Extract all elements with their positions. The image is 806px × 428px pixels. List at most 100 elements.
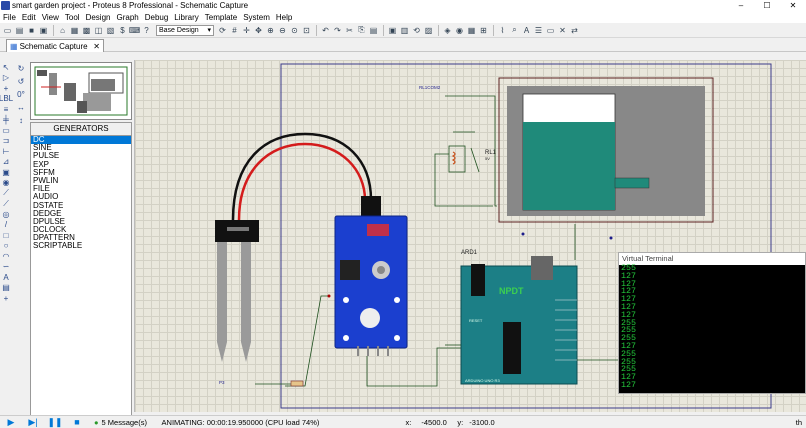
design-select[interactable]: Base Design ▾ bbox=[156, 24, 214, 36]
mirror-horizontal-icon[interactable]: ↔ bbox=[13, 101, 29, 114]
close-tab-icon[interactable]: ✕ bbox=[93, 42, 100, 51]
terminal-line: 127 bbox=[621, 309, 637, 320]
device-pins-icon[interactable]: ⊢ bbox=[0, 146, 12, 157]
maximize-button[interactable]: ☐ bbox=[754, 0, 780, 11]
subcircuit-icon[interactable]: ▭ bbox=[0, 125, 12, 136]
virtual-terminal[interactable]: Virtual Terminal 255 127 127 127 127 127… bbox=[618, 252, 806, 394]
decompose-icon[interactable]: ⊞ bbox=[478, 25, 489, 36]
text-script-icon[interactable]: ≡ bbox=[0, 104, 12, 115]
home-icon[interactable]: ⌂ bbox=[57, 25, 68, 36]
overview-window[interactable] bbox=[30, 62, 132, 120]
block-delete-icon[interactable]: ▨ bbox=[423, 25, 434, 36]
remove-sheet-icon[interactable]: ✕ bbox=[557, 25, 568, 36]
rotation-angle[interactable]: 0° bbox=[13, 88, 29, 101]
selection-mode-icon[interactable]: ↖ bbox=[0, 62, 12, 73]
menu-debug[interactable]: Debug bbox=[142, 13, 172, 22]
arduino-label: ARD1 bbox=[461, 250, 478, 256]
gerber-icon[interactable]: ▧ bbox=[105, 25, 116, 36]
buses-icon[interactable]: ╪ bbox=[0, 115, 12, 126]
arc-2d-icon[interactable]: ◠ bbox=[0, 251, 12, 262]
component-mode-icon[interactable]: ▷ bbox=[0, 73, 12, 84]
paste-icon[interactable]: ▤ bbox=[368, 25, 379, 36]
pcb-icon[interactable]: ▩ bbox=[81, 25, 92, 36]
zoom-area-icon[interactable]: ⊡ bbox=[301, 25, 312, 36]
symbol-2d-icon[interactable]: ▤ bbox=[0, 283, 12, 294]
generators-list[interactable]: DC SINE PULSE EXP SFFM PWLIN FILE AUDIO … bbox=[30, 135, 132, 418]
generator-mode-icon[interactable]: ◉ bbox=[0, 178, 12, 189]
pan-icon[interactable]: ✥ bbox=[253, 25, 264, 36]
refresh-icon[interactable]: ⟳ bbox=[217, 25, 228, 36]
menu-library[interactable]: Library bbox=[171, 13, 201, 22]
current-probe-icon[interactable]: ⟋ bbox=[0, 199, 12, 210]
zoom-in-icon[interactable]: ⊕ bbox=[265, 25, 276, 36]
menu-design[interactable]: Design bbox=[83, 13, 114, 22]
tab-schematic-capture[interactable]: ▦ Schematic Capture ✕ bbox=[6, 39, 104, 52]
menu-graph[interactable]: Graph bbox=[113, 13, 141, 22]
junction-dot-icon[interactable]: + bbox=[0, 83, 12, 94]
search-icon[interactable]: ⌕ bbox=[509, 25, 520, 36]
undo-icon[interactable]: ↶ bbox=[320, 25, 331, 36]
circle-2d-icon[interactable]: ○ bbox=[0, 241, 12, 252]
help-icon[interactable]: ? bbox=[141, 25, 152, 36]
wire-label-icon[interactable]: LBL bbox=[0, 94, 13, 105]
open-folder-icon[interactable]: ▤ bbox=[14, 25, 25, 36]
voltage-probe-icon[interactable]: ⟋ bbox=[0, 188, 12, 199]
tape-recorder-icon[interactable]: ▣ bbox=[0, 167, 12, 178]
schematic-icon[interactable]: ▦ bbox=[69, 25, 80, 36]
copy-icon[interactable]: ⎘ bbox=[356, 25, 367, 36]
terminals-icon[interactable]: ⊐ bbox=[0, 136, 12, 147]
line-2d-icon[interactable]: / bbox=[0, 220, 12, 231]
close-button[interactable]: ✕ bbox=[780, 0, 806, 11]
new-file-icon[interactable]: ▭ bbox=[2, 25, 13, 36]
block-copy-icon[interactable]: ▣ bbox=[387, 25, 398, 36]
play-icon[interactable]: ▶ bbox=[0, 417, 22, 428]
zoom-all-icon[interactable]: ⊙ bbox=[289, 25, 300, 36]
make-device-icon[interactable]: ◉ bbox=[454, 25, 465, 36]
menu-tool[interactable]: Tool bbox=[62, 13, 83, 22]
block-rotate-icon[interactable]: ⟲ bbox=[411, 25, 422, 36]
package-tool-icon[interactable]: ▦ bbox=[466, 25, 477, 36]
rotate-clockwise-icon[interactable]: ↻ bbox=[13, 62, 29, 75]
save-icon[interactable]: ■ bbox=[26, 25, 37, 36]
code-icon[interactable]: ⌨ bbox=[129, 25, 141, 36]
pause-icon[interactable]: ❚❚ bbox=[44, 417, 66, 428]
path-2d-icon[interactable]: ∽ bbox=[0, 262, 12, 273]
design-explorer-icon[interactable]: ☰ bbox=[533, 25, 544, 36]
app-icon bbox=[1, 1, 10, 10]
menu-edit[interactable]: Edit bbox=[19, 13, 39, 22]
zoom-out-icon[interactable]: ⊖ bbox=[277, 25, 288, 36]
cut-icon[interactable]: ✂ bbox=[344, 25, 355, 36]
stop-icon[interactable]: ■ bbox=[66, 417, 88, 427]
x-coordinate: -4500.0 bbox=[421, 417, 447, 427]
redo-icon[interactable]: ↷ bbox=[332, 25, 343, 36]
text-2d-icon[interactable]: A bbox=[0, 272, 12, 283]
bom-icon[interactable]: $ bbox=[117, 25, 128, 36]
marker-2d-icon[interactable]: + bbox=[0, 293, 12, 304]
step-icon[interactable]: ▶| bbox=[22, 417, 44, 428]
close-project-icon[interactable]: ▣ bbox=[38, 25, 49, 36]
property-assign-icon[interactable]: A bbox=[521, 25, 532, 36]
arduino-caption: ARDUINO UNO R3 bbox=[465, 378, 500, 383]
grid-icon[interactable]: # bbox=[229, 25, 240, 36]
rotate-anticlockwise-icon[interactable]: ↺ bbox=[13, 75, 29, 88]
toolbar-divider bbox=[53, 24, 54, 36]
netlist-icon[interactable]: ⇄ bbox=[569, 25, 580, 36]
virtual-instruments-icon[interactable]: ◎ bbox=[0, 209, 12, 220]
wire-autorouter-icon[interactable]: ⌇ bbox=[497, 25, 508, 36]
list-item[interactable]: SCRIPTABLE bbox=[31, 242, 131, 250]
menu-system[interactable]: System bbox=[240, 13, 273, 22]
messages-count[interactable]: 5 Message(s) bbox=[102, 418, 150, 427]
mirror-vertical-icon[interactable]: ↕ bbox=[13, 114, 29, 127]
pick-device-icon[interactable]: ◈ bbox=[442, 25, 453, 36]
menu-template[interactable]: Template bbox=[202, 13, 240, 22]
origin-icon[interactable]: ✛ bbox=[241, 25, 252, 36]
menu-view[interactable]: View bbox=[39, 13, 62, 22]
graph-mode-icon[interactable]: ⊿ bbox=[0, 157, 12, 168]
3d-view-icon[interactable]: ◫ bbox=[93, 25, 104, 36]
menu-file[interactable]: File bbox=[0, 13, 19, 22]
new-sheet-icon[interactable]: ▭ bbox=[545, 25, 556, 36]
minimize-button[interactable]: – bbox=[728, 0, 754, 11]
box-2d-icon[interactable]: □ bbox=[0, 230, 12, 241]
block-move-icon[interactable]: ▥ bbox=[399, 25, 410, 36]
menu-help[interactable]: Help bbox=[273, 13, 295, 22]
